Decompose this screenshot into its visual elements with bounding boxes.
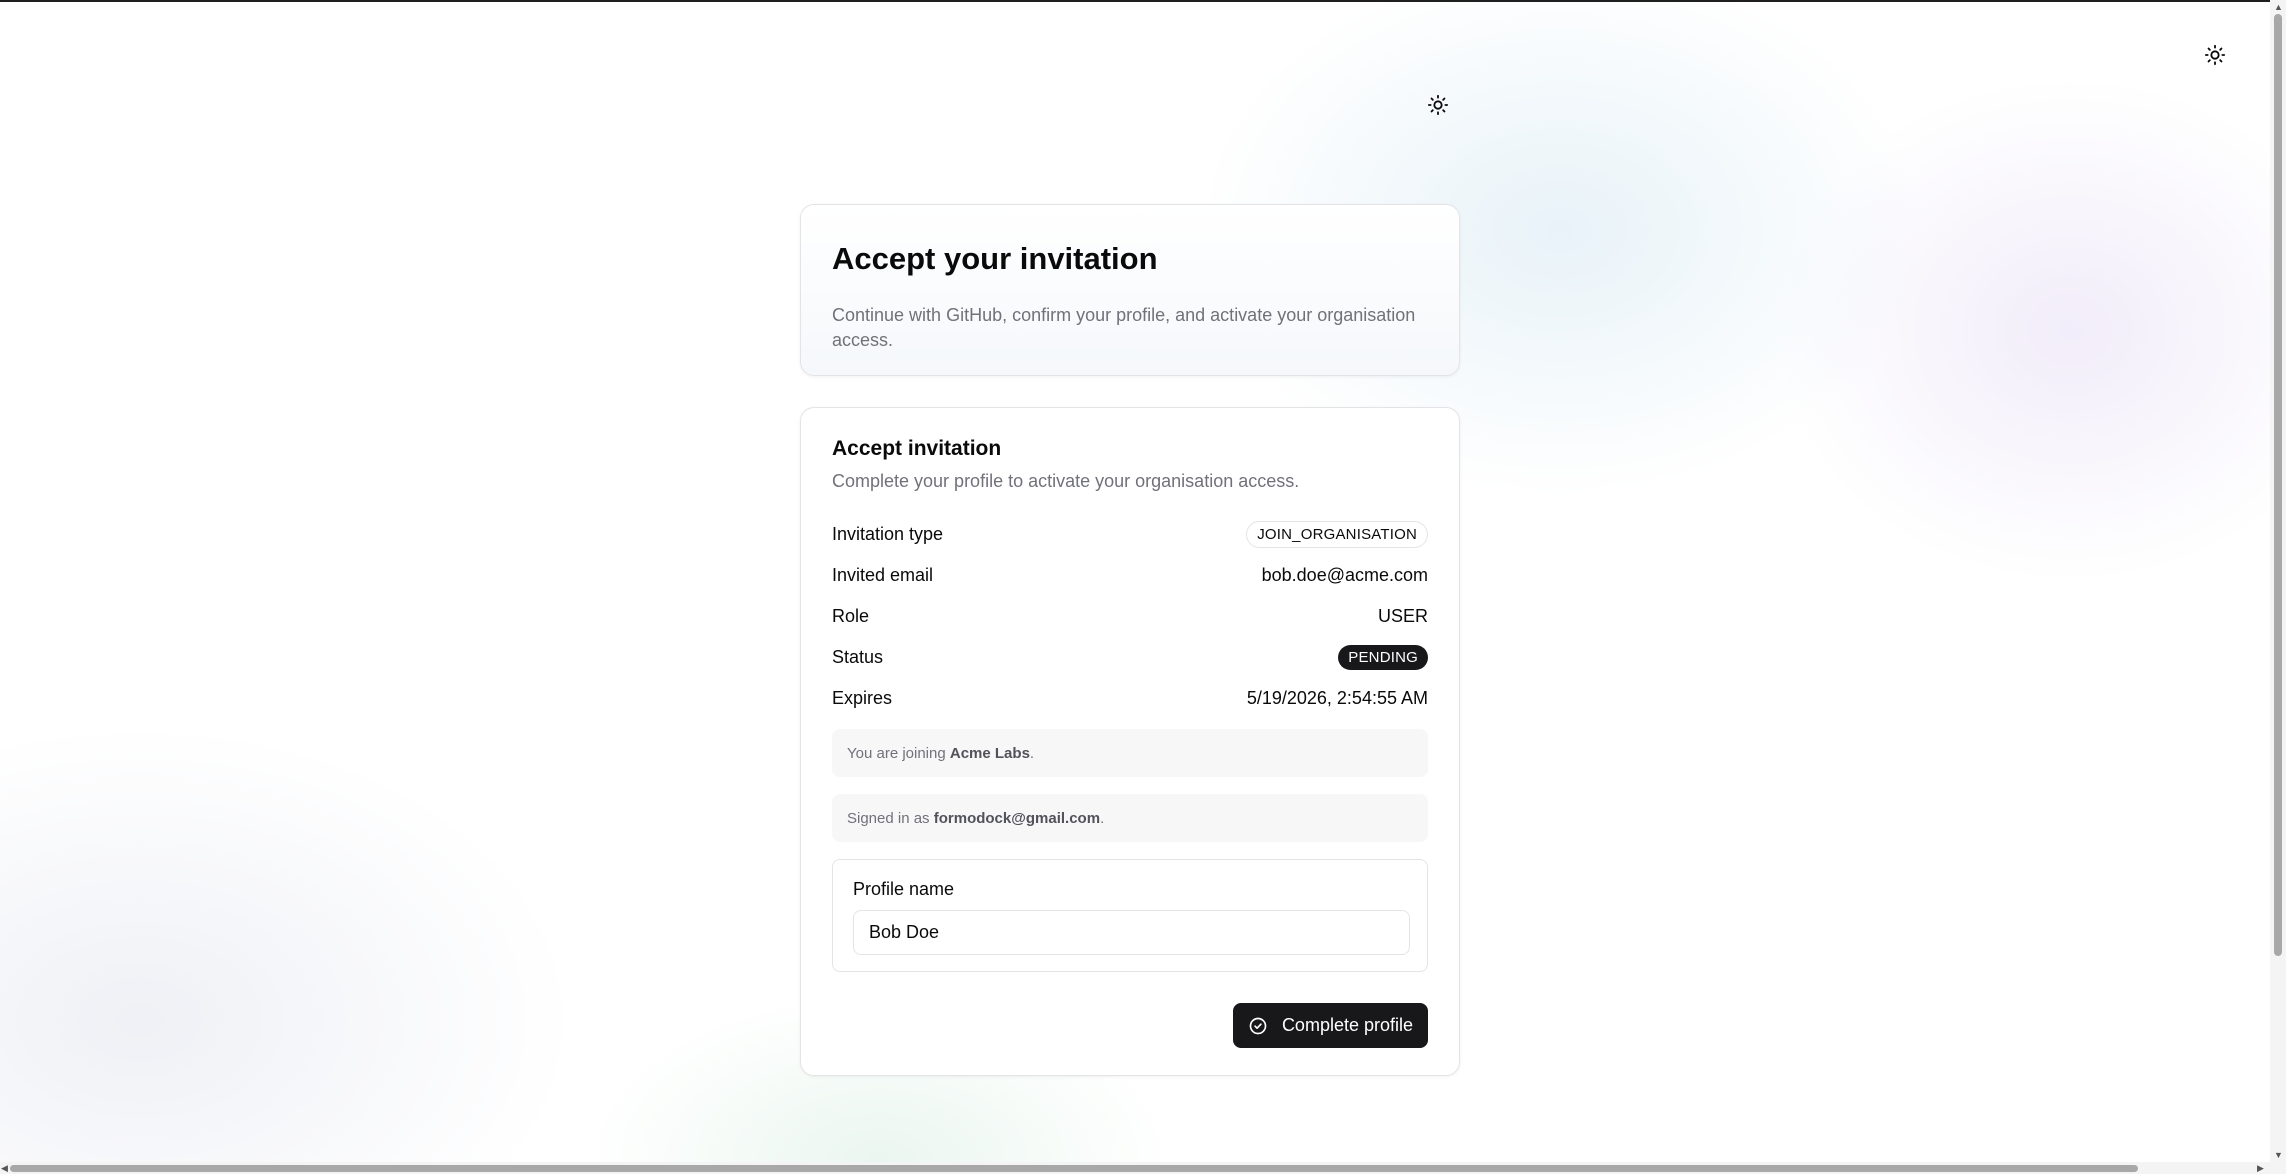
role-value: USER <box>1377 606 1428 626</box>
detail-label: Expires <box>832 688 893 708</box>
detail-row-invited-email: Invited email bob.doe@acme.com <box>832 555 1428 596</box>
signed-in-email: formodock@gmail.com <box>933 809 1101 827</box>
theme-toggle-button-secondary[interactable] <box>1421 88 1455 122</box>
expires-value: 5/19/2026, 2:54:55 AM <box>1246 688 1428 708</box>
profile-name-label: Profile name <box>853 879 955 899</box>
status-badge: PENDING <box>1338 645 1428 670</box>
signed-in-note: Signed in as formodock@gmail.com. <box>832 794 1428 842</box>
detail-row-status: Status PENDING <box>832 637 1428 678</box>
invitation-card: Accept invitation Complete your profile … <box>800 407 1460 1076</box>
detail-label: Status <box>832 647 884 667</box>
window-top-border <box>0 0 2270 2</box>
check-circle-icon <box>1249 1017 1267 1034</box>
detail-label: Invitation type <box>832 524 944 544</box>
page-title: Accept your invitation <box>832 241 1158 276</box>
joining-org-note: You are joining Acme Labs. <box>832 729 1428 777</box>
detail-row-expires: Expires 5/19/2026, 2:54:55 AM <box>832 678 1428 719</box>
invited-email-value: bob.doe@acme.com <box>1261 565 1428 585</box>
profile-name-input[interactable] <box>853 910 1410 955</box>
scroll-right-arrow-icon[interactable]: ▶ <box>2257 1163 2264 1173</box>
card-description: Complete your profile to activate your o… <box>832 471 1300 491</box>
note-text: You are joining Acme Labs. <box>847 744 1035 762</box>
sun-icon <box>2204 44 2226 66</box>
sun-icon <box>1427 94 1449 116</box>
scroll-down-arrow-icon[interactable]: ▼ <box>2274 1150 2283 1160</box>
theme-toggle-button[interactable] <box>2198 38 2232 72</box>
note-text: Signed in as formodock@gmail.com. <box>847 809 1105 827</box>
profile-name-field-group: Profile name <box>832 859 1428 972</box>
org-name: Acme Labs <box>949 744 1030 762</box>
page-description: Continue with GitHub, confirm your profi… <box>832 305 1416 350</box>
invitation-type-badge: JOIN_ORGANISATION <box>1246 521 1428 548</box>
scroll-up-arrow-icon[interactable]: ▲ <box>2274 2 2283 12</box>
complete-profile-label: Complete profile <box>1281 1015 1413 1035</box>
detail-label: Role <box>832 606 870 626</box>
detail-label: Invited email <box>832 565 934 585</box>
horizontal-scrollbar-thumb[interactable] <box>10 1165 2138 1172</box>
invitation-details: Invitation type JOIN_ORGANISATION Invite… <box>832 514 1428 719</box>
scroll-left-arrow-icon[interactable]: ◀ <box>1 1163 8 1173</box>
detail-row-invitation-type: Invitation type JOIN_ORGANISATION <box>832 514 1428 555</box>
hero-card: Accept your invitation Continue with Git… <box>800 204 1460 376</box>
card-actions: Complete profile <box>832 1003 1428 1048</box>
card-title: Accept invitation <box>832 437 1002 460</box>
complete-profile-button[interactable]: Complete profile <box>1232 1003 1428 1048</box>
detail-row-role: Role USER <box>832 596 1428 637</box>
vertical-scrollbar-thumb[interactable] <box>2274 14 2282 956</box>
